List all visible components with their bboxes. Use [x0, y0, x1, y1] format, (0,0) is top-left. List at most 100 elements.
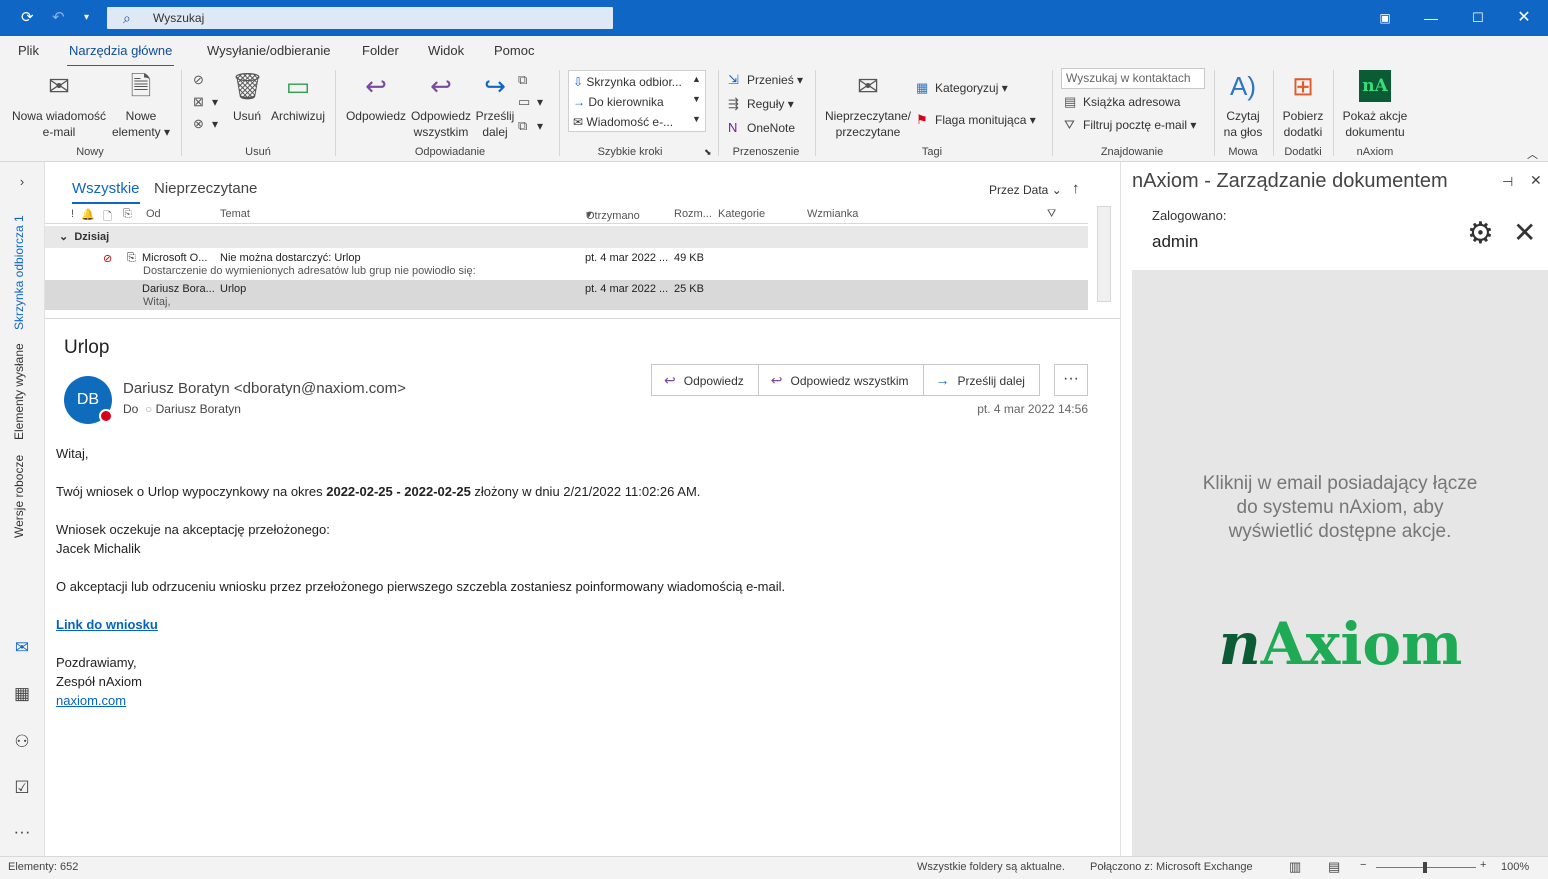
col-categories[interactable]: Kategorie	[718, 208, 765, 220]
reply-button[interactable]: ↩ Odpowiedz	[344, 70, 408, 124]
icon-column-icon[interactable]: 🗋	[103, 208, 112, 227]
followup-flag-button[interactable]: ⚑ Flaga monitująca ▾	[916, 112, 1036, 128]
settings-gear-icon[interactable]: ⚙	[1467, 216, 1494, 251]
table-row[interactable]: Dariusz Bora... Urlop pt. 4 mar 2022 ...…	[45, 280, 1088, 310]
folder-inbox[interactable]: Skrzynka odbiorcza 1	[12, 214, 26, 330]
ribbon-display-icon[interactable]: ▣	[1362, 0, 1408, 36]
gallery-up-icon[interactable]: ▲	[692, 74, 701, 84]
pin-icon[interactable]: ⊣	[1502, 174, 1513, 190]
sort-dropdown[interactable]: Przez Data ⌄	[989, 183, 1062, 197]
search-contacts-input[interactable]: Wyszukaj w kontaktach	[1061, 68, 1205, 89]
close-icon[interactable]: ✕	[1513, 216, 1536, 249]
im-reply-icon[interactable]: ▭ ▾	[518, 94, 543, 110]
website-link[interactable]: naxiom.com	[56, 693, 126, 708]
group-header[interactable]: ⌄ Dzisiaj	[45, 226, 1088, 248]
folder-sent[interactable]: Elementy wysłane	[12, 343, 26, 440]
delete-button[interactable]: 🗑 Usuń	[230, 70, 264, 124]
address-book-button[interactable]: ▤ Książka adresowa	[1064, 94, 1180, 110]
forward-button[interactable]: ↪ Prześlij dalej	[474, 70, 516, 140]
col-from[interactable]: Od	[146, 208, 161, 220]
tab-view[interactable]: Widok	[428, 43, 464, 58]
reminder-icon[interactable]: 🔔	[81, 208, 95, 221]
importance-icon[interactable]: !	[71, 208, 74, 220]
more-apps-icon[interactable]: ···	[10, 822, 34, 842]
close-pane-icon[interactable]: ✕	[1530, 172, 1542, 189]
junk-icon[interactable]: ⊗ ▾	[193, 116, 218, 132]
mail-icon[interactable]: ✉	[10, 638, 34, 658]
filter-column-icon[interactable]: ⛛	[1047, 208, 1056, 221]
people-icon[interactable]: ⚇	[10, 732, 34, 752]
new-items-button[interactable]: 🗎 Nowe elementy ▾	[110, 70, 172, 140]
search-input[interactable]: ⌕ Wyszukaj	[107, 7, 613, 29]
get-addins-button[interactable]: ⊞ Pobierz dodatki	[1278, 70, 1328, 140]
tab-plik[interactable]: Plik	[18, 43, 39, 58]
recipient-row: Do ○ Dariusz Boratyn	[123, 402, 241, 416]
meeting-reply-icon[interactable]: ⧉	[518, 72, 537, 88]
recipient[interactable]: Dariusz Boratyn	[156, 402, 241, 416]
new-email-button[interactable]: ✉ Nowa wiadomość e-mail	[8, 70, 110, 140]
move-button[interactable]: ⇲ Przenieś ▾	[728, 72, 803, 88]
tasks-icon[interactable]: ☑	[10, 778, 34, 798]
col-received[interactable]: Otrzymano ▾	[586, 208, 640, 222]
col-size[interactable]: Rozm...	[674, 208, 712, 220]
dialog-launcher-icon[interactable]: ⬊	[704, 147, 712, 158]
expand-folder-pane-icon[interactable]: ›	[10, 174, 34, 189]
sync-icon[interactable]: ⟳	[21, 8, 34, 26]
rules-icon: ⇶	[728, 96, 739, 111]
zoom-out-icon[interactable]: −	[1360, 859, 1366, 871]
sender[interactable]: Dariusz Boratyn <dboratyn@naxiom.com>	[123, 380, 406, 397]
zoom-level[interactable]: 100%	[1501, 861, 1529, 873]
ignore-icon[interactable]: ⊘	[193, 72, 212, 88]
ribbon-separator	[181, 70, 182, 156]
quick-step-inbox[interactable]: ⇩ Skrzynka odbior...	[573, 75, 682, 89]
title-bar: ⟳ ↶ ▾ ⌕ Wyszukaj ▣ — ☐ ✕	[0, 0, 1548, 36]
request-link[interactable]: Link do wniosku	[56, 617, 158, 632]
reading-view-icon[interactable]: ▤	[1328, 859, 1340, 875]
rules-button[interactable]: ⇶ Reguły ▾	[728, 96, 794, 112]
show-document-actions-button[interactable]: nA Pokaż akcje dokumentu	[1338, 70, 1412, 140]
sort-direction-icon[interactable]: ↑	[1072, 180, 1080, 197]
reply-button[interactable]: ↩ Odpowiedz	[652, 365, 759, 395]
gallery-more-icon[interactable]: ▼	[692, 114, 701, 124]
reply-all-button[interactable]: ↩ Odpowiedz wszystkim	[408, 70, 474, 140]
col-mention[interactable]: Wzmianka	[807, 208, 858, 220]
undeliverable-icon: ⊘	[103, 253, 113, 265]
zoom-slider-thumb[interactable]	[1423, 862, 1427, 873]
read-aloud-button[interactable]: A) Czytaj na głos	[1218, 70, 1268, 140]
onenote-button[interactable]: N OneNote	[728, 120, 795, 135]
close-window-button[interactable]: ✕	[1501, 0, 1547, 36]
tab-send-receive[interactable]: Wysyłanie/odbieranie	[207, 43, 330, 58]
more-actions-button[interactable]: ···	[1054, 364, 1088, 396]
list-scrollbar[interactable]	[1097, 206, 1111, 302]
normal-view-icon[interactable]: ▥	[1289, 859, 1301, 875]
reply-all-button[interactable]: ↩ Odpowiedz wszystkim	[759, 365, 924, 395]
maximize-button[interactable]: ☐	[1455, 0, 1501, 36]
forward-button[interactable]: → Prześlij dalej	[924, 365, 1039, 395]
instruction-message: Kliknij w email posiadający łącze do sys…	[1202, 473, 1478, 542]
collapse-ribbon-icon[interactable]: ︿	[1527, 146, 1538, 162]
body-greeting: Witaj,	[56, 446, 89, 461]
cleanup-icon[interactable]: ⊠ ▾	[193, 94, 218, 110]
quick-step-manager[interactable]: → Do kierownika	[573, 95, 664, 109]
tab-help[interactable]: Pomoc	[494, 43, 534, 58]
tab-unread[interactable]: Nieprzeczytane	[154, 180, 257, 197]
customize-toolbar-icon[interactable]: ▾	[84, 12, 89, 23]
tab-folder[interactable]: Folder	[362, 43, 399, 58]
zoom-in-icon[interactable]: +	[1480, 859, 1486, 871]
categorize-button[interactable]: ▦ Kategoryzuj ▾	[916, 80, 1008, 96]
table-row[interactable]: ⊘ ⎘ Microsoft O... Nie można dostarczyć:…	[45, 250, 1088, 280]
undo-icon[interactable]: ↶	[52, 8, 65, 26]
archive-button[interactable]: ▭ Archiwizuj	[268, 70, 328, 124]
tab-home[interactable]: Narzędzia główne	[66, 43, 175, 68]
gallery-down-icon[interactable]: ▼	[692, 94, 701, 104]
tab-all[interactable]: Wszystkie	[72, 180, 140, 204]
filter-email-button[interactable]: ⛛ Filtruj pocztę e-mail ▾	[1064, 117, 1196, 133]
more-respond-icon[interactable]: ⧉ ▾	[518, 118, 543, 134]
calendar-icon[interactable]: ▦	[10, 684, 34, 704]
col-subject[interactable]: Temat	[220, 208, 250, 220]
attachment-column-icon[interactable]: ⎘	[123, 208, 132, 221]
unread-read-button[interactable]: ✉ Nieprzeczytane/ przeczytane	[822, 70, 914, 140]
minimize-button[interactable]: —	[1408, 0, 1454, 36]
quick-step-email[interactable]: ✉ Wiadomość e-...	[573, 115, 673, 129]
folder-drafts[interactable]: Wersje robocze	[12, 454, 26, 538]
